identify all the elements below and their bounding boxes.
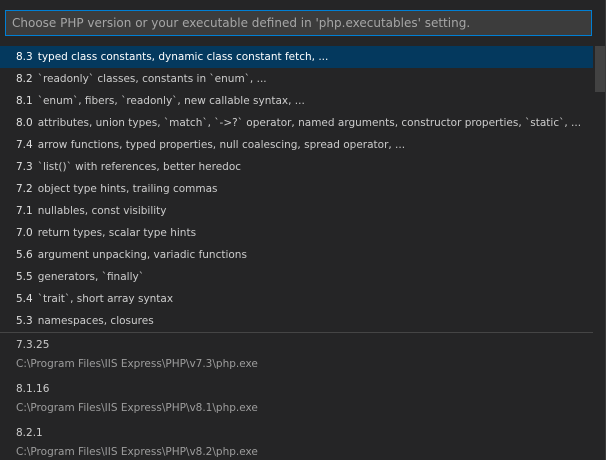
version-description: typed class constants, dynamic class con…	[37, 51, 329, 63]
options-list: 8.3 typed class constants, dynamic class …	[0, 46, 593, 460]
executable-version: 8.2.1	[16, 427, 43, 439]
option-php-5-5[interactable]: 5.5 generators, `finally`	[0, 266, 593, 288]
scrollbar-thumb[interactable]	[595, 46, 605, 92]
version-description: attributes, union types, `match`, `->?` …	[37, 117, 582, 129]
version-label: 8.1	[16, 95, 33, 107]
version-label: 5.4	[16, 293, 33, 305]
version-description: `readonly` classes, constants in `enum`,…	[37, 73, 267, 85]
version-label: 7.3	[16, 161, 33, 173]
executable-path: C:\Program Files\IIS Express\PHP\v7.3\ph…	[16, 358, 258, 370]
version-description: arrow functions, typed properties, null …	[37, 139, 406, 151]
version-description: nullables, const visibility	[37, 205, 167, 217]
version-label: 8.3	[16, 51, 33, 63]
version-label: 5.5	[16, 271, 33, 283]
option-php-5-4[interactable]: 5.4 `trait`, short array syntax	[0, 288, 593, 310]
version-description: return types, scalar type hints	[37, 227, 197, 239]
option-php-7-1[interactable]: 7.1 nullables, const visibility	[0, 200, 593, 222]
option-php-8-2[interactable]: 8.2 `readonly` classes, constants in `enu…	[0, 68, 593, 90]
option-php-7-2[interactable]: 7.2 object type hints, trailing commas	[0, 178, 593, 200]
version-label: 8.2	[16, 73, 33, 85]
executable-path: C:\Program Files\IIS Express\PHP\v8.2\ph…	[16, 446, 258, 458]
option-php-8-3[interactable]: 8.3 typed class constants, dynamic class …	[0, 46, 593, 68]
executable-version: 8.1.16	[16, 383, 50, 395]
option-executable-7-3-25[interactable]: 7.3.25 C:\Program Files\IIS Express\PHP\…	[0, 333, 593, 377]
version-label: 7.0	[16, 227, 33, 239]
option-php-7-0[interactable]: 7.0 return types, scalar type hints	[0, 222, 593, 244]
option-executable-8-2-1[interactable]: 8.2.1 C:\Program Files\IIS Express\PHP\v…	[0, 421, 593, 460]
version-description: `list()` with references, better heredoc	[37, 161, 242, 173]
version-label: 5.3	[16, 315, 33, 327]
option-executable-8-1-16[interactable]: 8.1.16 C:\Program Files\IIS Express\PHP\…	[0, 377, 593, 421]
version-label: 7.1	[16, 205, 33, 217]
version-description: `enum`, fibers, `readonly`, new callable…	[37, 95, 305, 107]
search-input[interactable]	[6, 11, 591, 35]
php-version-quick-pick: 8.3 typed class constants, dynamic class …	[0, 0, 606, 460]
option-php-8-1[interactable]: 8.1 `enum`, fibers, `readonly`, new calla…	[0, 90, 593, 112]
version-label: 7.2	[16, 183, 33, 195]
version-label: 5.6	[16, 249, 33, 261]
version-description: generators, `finally`	[37, 271, 144, 283]
version-label: 7.4	[16, 139, 33, 151]
version-description: `trait`, short array syntax	[37, 293, 174, 305]
option-php-8-0[interactable]: 8.0 attributes, union types, `match`, `->…	[0, 112, 593, 134]
search-input-wrapper	[5, 10, 592, 36]
option-php-5-3[interactable]: 5.3 namespaces, closures	[0, 310, 593, 332]
option-php-5-6[interactable]: 5.6 argument unpacking, variadic function…	[0, 244, 593, 266]
executable-path: C:\Program Files\IIS Express\PHP\v8.1\ph…	[16, 402, 258, 414]
version-label: 8.0	[16, 117, 33, 129]
version-description: argument unpacking, variadic functions	[37, 249, 247, 261]
version-description: namespaces, closures	[37, 315, 154, 327]
option-php-7-3[interactable]: 7.3 `list()` with references, better here…	[0, 156, 593, 178]
executable-version: 7.3.25	[16, 339, 50, 351]
version-description: object type hints, trailing commas	[37, 183, 218, 195]
option-php-7-4[interactable]: 7.4 arrow functions, typed properties, nu…	[0, 134, 593, 156]
